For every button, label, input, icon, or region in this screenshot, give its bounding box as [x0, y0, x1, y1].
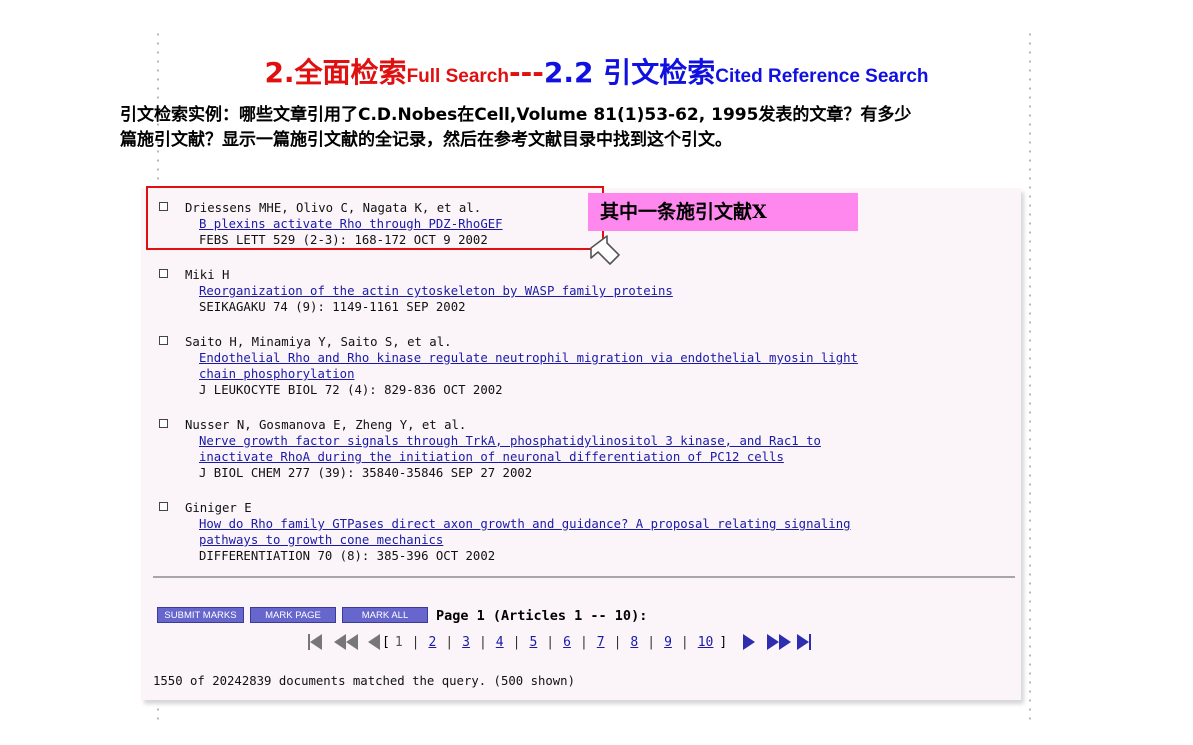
results-count: 1550 of 20242839 documents matched the q…	[153, 674, 575, 688]
record-source: SEIKAGAKU 74 (9): 1149-1161 SEP 2002	[199, 300, 466, 314]
record-title-link[interactable]: Endothelial Rho and Rho kinase regulate …	[199, 350, 858, 366]
record-title-link[interactable]: How do Rho family GTPases direct axon gr…	[199, 516, 858, 532]
record-title-link-cont[interactable]: chain phosphorylation	[199, 366, 858, 382]
record-source: DIFFERENTIATION 70 (8): 385-396 OCT 2002	[199, 549, 496, 563]
slide-title: 2.全面检索Full Search---2.2 引文检索Cited Refere…	[0, 51, 1193, 91]
table-row: Nusser N, Gosmanova E, Zheng Y, et al. N…	[159, 417, 858, 481]
next-fast-icon[interactable]	[767, 634, 780, 650]
page-info: Page 1 (Articles 1 -- 10):	[436, 608, 648, 624]
record-title-link-cont[interactable]: inactivate RhoA during the initiation of…	[199, 449, 858, 465]
results-list: Driessens MHE, Olivo C, Nagata K, et al.…	[159, 200, 858, 583]
page-link-1: 1	[394, 634, 403, 650]
page-link-9[interactable]: 9	[664, 635, 672, 650]
mark-page-button[interactable]: MARK PAGE	[250, 607, 336, 623]
mark-all-button[interactable]: MARK ALL	[342, 607, 428, 623]
pager-close-bracket: ]	[719, 634, 728, 650]
page-link-6[interactable]: 6	[563, 635, 571, 650]
record-checkbox[interactable]	[159, 269, 168, 278]
record-authors: Giniger E	[185, 501, 252, 515]
table-row: Miki H Reorganization of the actin cytos…	[159, 267, 858, 315]
pointer-arrow-icon	[590, 235, 620, 265]
page-link-2[interactable]: 2	[428, 635, 436, 650]
description: 引文检索实例：哪些文章引用了C.D.Nobes在Cell,Volume 81(1…	[120, 103, 1100, 153]
page-link-4[interactable]: 4	[496, 635, 504, 650]
pagination: [ 1 | 2 | 3 | 4 | 5 | 6 | 7 | 8 | 9 | 10 ]	[308, 632, 812, 652]
record-checkbox[interactable]	[159, 419, 168, 428]
description-line2: 篇施引文献？显示一篇施引文献的全记录，然后在参考文献目录中找到这个引文。	[120, 130, 732, 150]
page-link-3[interactable]: 3	[462, 635, 470, 650]
record-source: J BIOL CHEM 277 (39): 35840-35846 SEP 27…	[199, 466, 533, 480]
record-source: J LEUKOCYTE BIOL 72 (4): 829-836 OCT 200…	[199, 383, 503, 397]
page-link-10[interactable]: 10	[698, 635, 714, 650]
results-panel: Driessens MHE, Olivo C, Nagata K, et al.…	[141, 188, 1021, 700]
title-part4: 2.2 引文检索	[543, 56, 716, 89]
record-title-link[interactable]: Nerve growth factor signals through TrkA…	[199, 433, 858, 449]
last-page-icon[interactable]	[797, 634, 810, 650]
page-link-5[interactable]: 5	[529, 635, 537, 650]
description-line1: 引文检索实例：哪些文章引用了C.D.Nobes在Cell,Volume 81(1…	[120, 105, 912, 125]
record-authors: Saito H, Minamiya Y, Saito S, et al.	[185, 335, 452, 349]
record-checkbox[interactable]	[159, 336, 168, 345]
first-page-icon	[310, 634, 322, 650]
prev-page-icon	[368, 634, 380, 650]
highlight-box	[146, 186, 604, 250]
record-title-link[interactable]: Reorganization of the actin cytoskeleton…	[199, 283, 858, 299]
callout-label: 其中一条施引文献X	[588, 193, 858, 231]
divider	[153, 576, 1015, 578]
title-part1: 2.全面检索	[264, 56, 407, 89]
record-authors: Nusser N, Gosmanova E, Zheng Y, et al.	[185, 418, 467, 432]
record-title-link-cont[interactable]: pathways to growth cone mechanics	[199, 532, 858, 548]
table-row: Giniger E How do Rho family GTPases dire…	[159, 500, 858, 564]
table-row: Saito H, Minamiya Y, Saito S, et al. End…	[159, 334, 858, 398]
record-checkbox[interactable]	[159, 502, 168, 511]
pager-open-bracket: [	[382, 634, 390, 650]
last-page-bar-icon	[809, 634, 812, 650]
prev-fast-icon	[346, 634, 358, 650]
page-link-7[interactable]: 7	[597, 635, 605, 650]
prev-fast-icon	[334, 634, 346, 650]
title-part3: ---	[508, 56, 544, 89]
next-fast-icon[interactable]	[779, 634, 792, 650]
page-link-8[interactable]: 8	[630, 635, 638, 650]
title-part2: Full Search	[406, 66, 509, 87]
title-part5: Cited Reference Search	[715, 66, 929, 87]
next-page-icon[interactable]	[743, 634, 756, 650]
record-authors: Miki H	[185, 268, 230, 282]
submit-marks-button[interactable]: SUBMIT MARKS	[157, 607, 244, 623]
